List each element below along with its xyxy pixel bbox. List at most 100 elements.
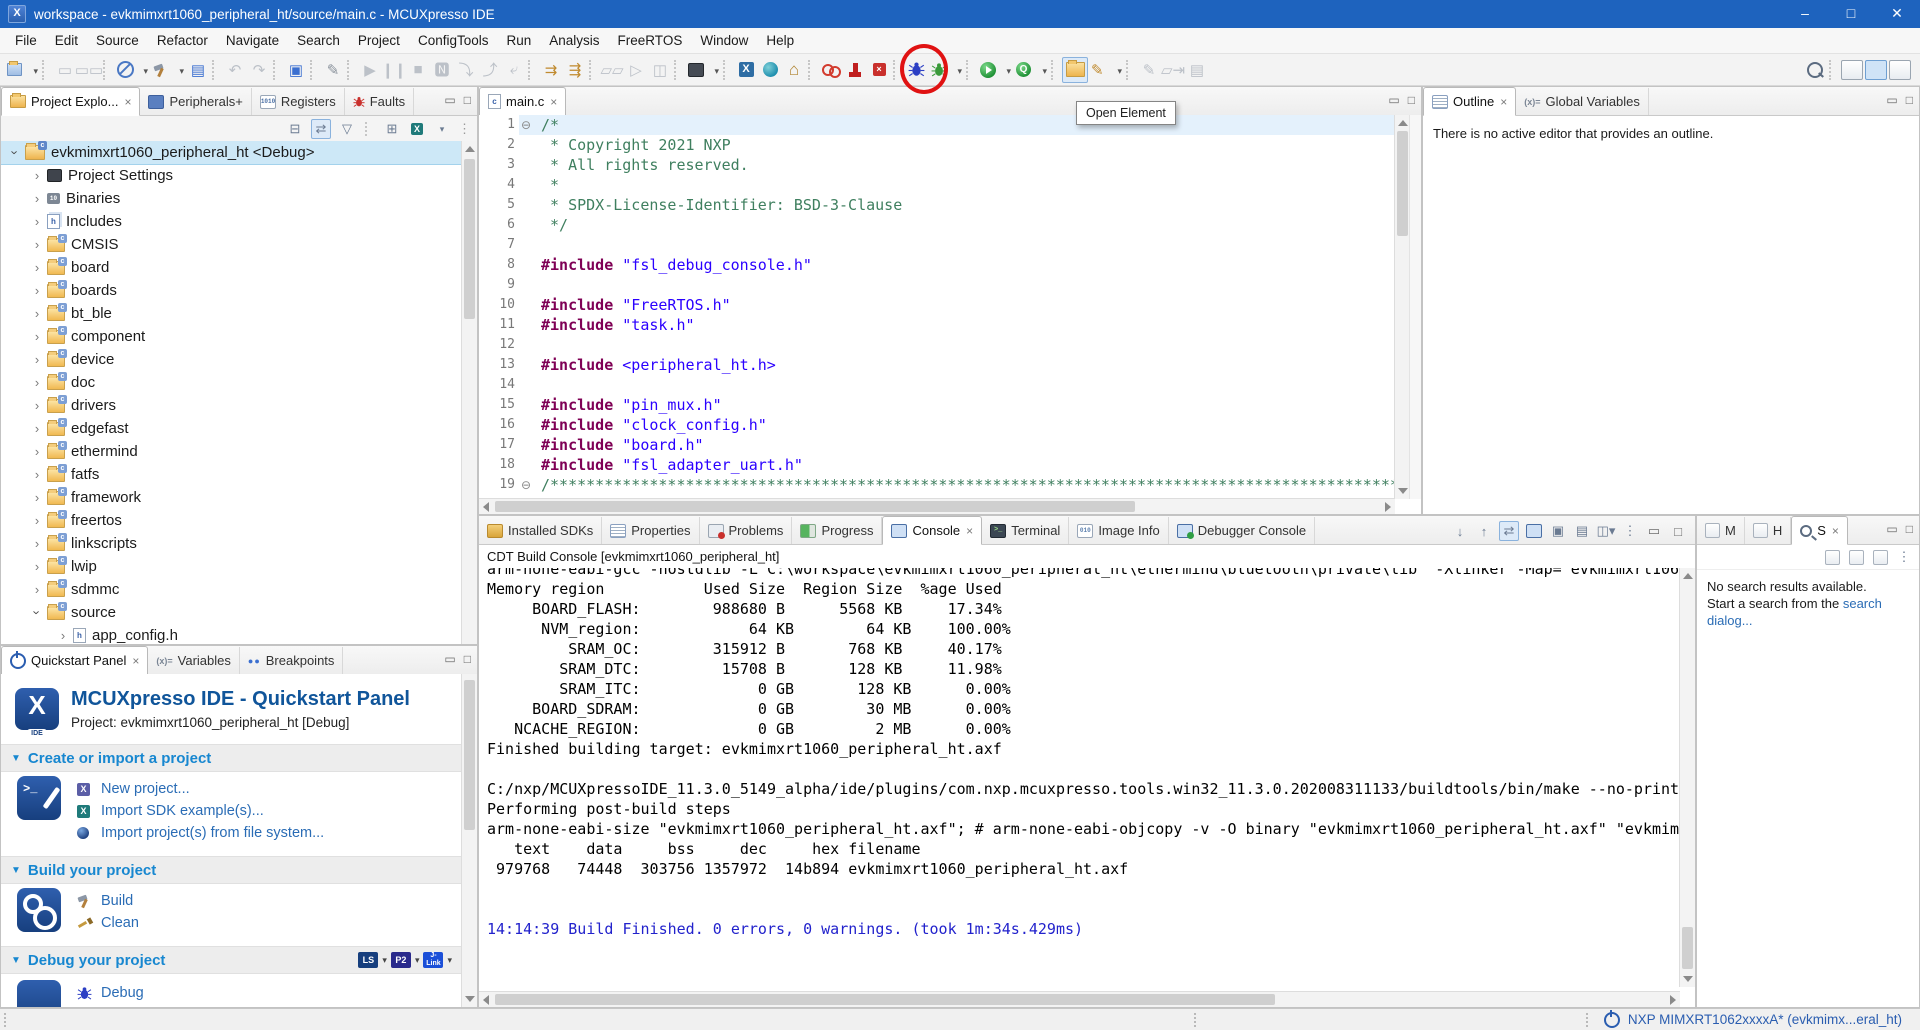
scroll-down-arrow[interactable] [1683,976,1693,982]
external-tools-button[interactable]: Q [1013,58,1049,82]
close-button[interactable]: ✕ [1874,0,1920,28]
maximize-view-icon[interactable]: □ [1906,522,1913,536]
tree-row-cmsis[interactable]: ›CMSIS [1,233,462,256]
editor-hscrollbar[interactable] [479,498,1395,514]
maximize-view-icon[interactable]: □ [464,93,471,107]
fold-marker-icon[interactable]: ⊖ [521,115,537,135]
run-button[interactable] [977,58,1013,82]
scroll-up-arrow[interactable] [1398,120,1408,126]
console-output[interactable]: arm-none-eabi-gcc -nostdlib -L C:\worksp… [479,568,1680,987]
scroll-left-arrow[interactable] [483,502,489,512]
step-filters-button[interactable]: ⇶ [563,58,587,82]
tab-image-info[interactable]: 010Image Info [1069,517,1168,544]
linkserver-probe-button[interactable]: LS [358,952,378,968]
tree-row-drivers[interactable]: ›drivers [1,394,462,417]
menu-search[interactable]: Search [288,28,349,53]
section-debug[interactable]: ▼ Debug your project LS▾ P2▾ J-Link▾ [1,946,462,974]
build-button[interactable] [150,58,186,82]
clean-link[interactable]: Clean [1,912,462,934]
chevron-down-icon[interactable]: ▾ [415,955,420,966]
step-over-button[interactable]: ⤴ [478,58,502,82]
view-x-menu-icon[interactable]: X [408,120,426,138]
tab-installed-sdks[interactable]: Installed SDKs [479,517,602,544]
skip-breakpoints-button[interactable] [114,58,150,82]
tab-registers[interactable]: 1010 Registers [252,88,345,115]
new-wizard-button[interactable] [4,58,40,82]
minimize-view-icon[interactable]: ▭ [1886,93,1897,107]
console-hscrollbar[interactable] [479,991,1680,1007]
resume-button[interactable]: ▶ [358,58,382,82]
maximize-view-icon[interactable]: □ [464,652,471,666]
chevron-down-icon[interactable]: ▾ [382,955,387,966]
scroll-down-arrow[interactable] [1398,488,1408,494]
scroll-up-arrow[interactable] [465,146,475,152]
scrollbar-thumb[interactable] [464,159,475,319]
close-icon[interactable]: × [124,95,131,109]
home-button[interactable]: ⌂ [782,58,806,82]
tab-memory[interactable]: M [1697,517,1745,544]
search-view-menu-icon[interactable]: ⋮ [1895,548,1913,566]
section-build[interactable]: ▼ Build your project [1,856,462,884]
import-fs-link[interactable]: Import project(s) from file system... [1,822,462,844]
step-return-button[interactable]: ⤶ [502,58,526,82]
minimize-button[interactable]: – [1782,0,1828,28]
welcome-button[interactable] [758,58,782,82]
memory-config-button[interactable] [685,58,721,82]
redo-button[interactable]: ↷ [247,58,271,82]
tree-row-source[interactable]: ›source [1,601,462,624]
minimize-view-icon[interactable]: ▭ [1886,522,1897,536]
pin-view-button[interactable]: ▷ [624,58,648,82]
build-link[interactable]: Build [1,890,462,912]
scroll-up-arrow[interactable] [1683,573,1693,579]
tab-quickstart[interactable]: Quickstart Panel × [1,646,148,675]
console-view-menu-icon[interactable]: ⋮ [1621,522,1639,540]
tree-row-component[interactable]: ›component [1,325,462,348]
tab-variables[interactable]: (x)= Variables [148,647,240,674]
configtools-button[interactable]: X [734,58,758,82]
device-label[interactable]: NXP MIMXRT1062xxxxA* (evkmimx...eral_ht) [1628,1012,1902,1027]
tree-row-binaries[interactable]: ›10Binaries [1,187,462,210]
tree-row-lwip[interactable]: ›lwip [1,555,462,578]
scroll-lock-up-icon[interactable]: ↑ [1475,522,1493,540]
undo-button[interactable]: ↶ [223,58,247,82]
menu-freertos[interactable]: FreeRTOS [609,28,692,53]
view-menu-icon[interactable]: ⋮ [458,121,471,137]
menu-source[interactable]: Source [87,28,148,53]
fold-marker-icon[interactable]: ⊖ [521,475,537,495]
tree-row-boards[interactable]: ›boards [1,279,462,302]
filter-icon[interactable]: ▽ [338,120,356,138]
close-icon[interactable]: × [132,654,139,668]
tab-peripherals[interactable]: Peripherals+ [140,88,251,115]
tab-breakpoints[interactable]: ●● Breakpoints [240,647,344,674]
close-icon[interactable]: × [550,95,557,109]
menu-analysis[interactable]: Analysis [540,28,608,53]
annotate-button[interactable]: ✎ [1137,58,1161,82]
pemicro-probe-button[interactable]: P2 [391,952,411,968]
maximize-view-icon[interactable]: □ [1408,93,1415,107]
tab-problems[interactable]: Problems [700,517,793,544]
tree-row-edgefast[interactable]: ›edgefast [1,417,462,440]
console-vscrollbar[interactable] [1679,568,1695,987]
tree-row-fatfs[interactable]: ›fatfs [1,463,462,486]
tab-outline[interactable]: Outline × [1423,87,1516,116]
scroll-lock-down-icon[interactable]: ↓ [1451,522,1469,540]
menu-help[interactable]: Help [757,28,803,53]
scrollbar-thumb[interactable] [495,994,1275,1005]
pin-search-icon[interactable] [1847,548,1865,566]
open-console-button[interactable]: ▣ [284,58,308,82]
clean-flash-button[interactable]: × [867,58,891,82]
menu-file[interactable]: File [6,28,46,53]
scrollbar-thumb[interactable] [1397,131,1408,236]
last-edit-location-button[interactable]: ✎ [321,58,345,82]
close-icon[interactable]: × [966,524,973,538]
bootloader-button[interactable] [843,58,867,82]
tree-row-app-config[interactable]: ›happ_config.h [1,624,462,644]
tree-row-bt-ble[interactable]: ›bt_ble [1,302,462,325]
chevron-down-icon[interactable]: ▾ [447,955,452,966]
tree-row-project[interactable]: ›evkmimxrt1060_peripheral_ht <Debug> [1,141,462,164]
scroll-down-arrow[interactable] [465,996,475,1002]
tab-main-c[interactable]: c main.c × [479,87,566,116]
tab-properties[interactable]: Properties [602,517,699,544]
dropdown-icon[interactable]: ▾ [433,120,451,138]
menu-navigate[interactable]: Navigate [217,28,288,53]
